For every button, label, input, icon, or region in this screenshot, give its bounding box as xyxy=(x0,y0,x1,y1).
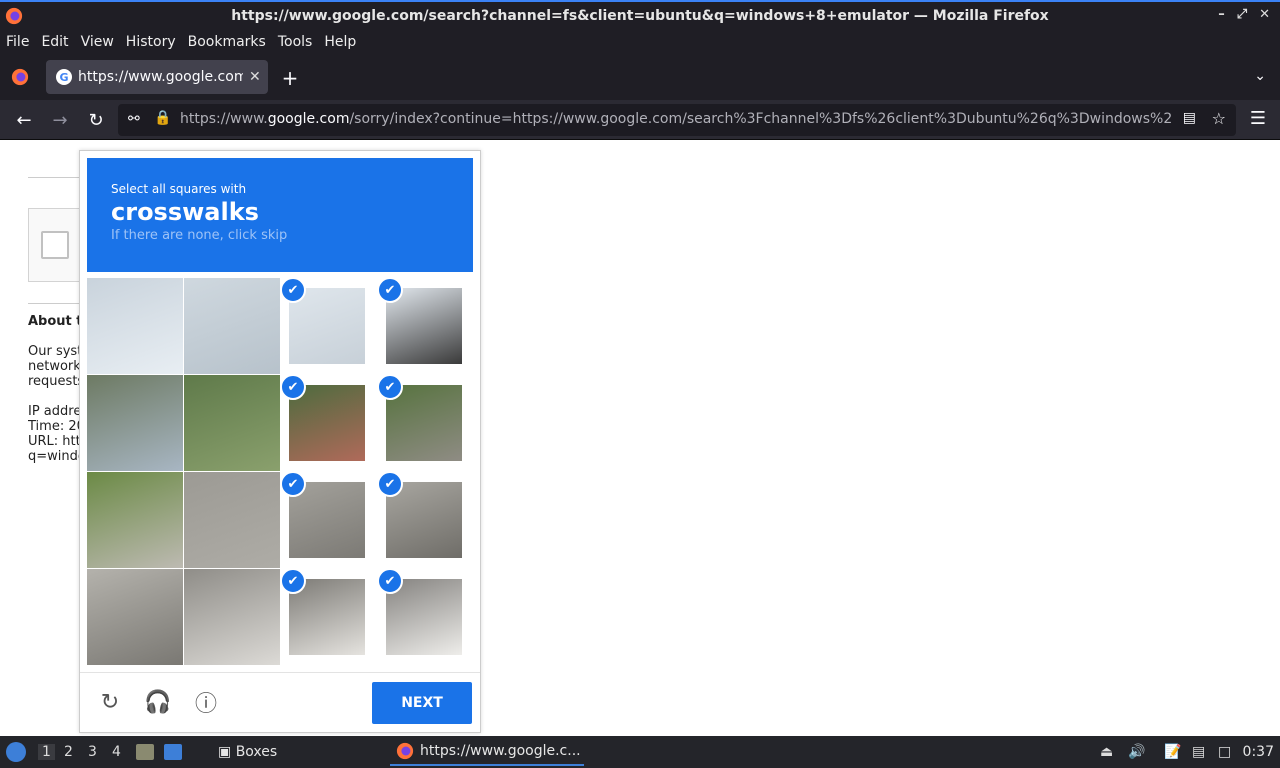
workspace-1[interactable]: 1 xyxy=(38,744,55,760)
menu-help[interactable]: Help xyxy=(324,34,356,50)
captcha-image-grid: ✔ ✔ ✔ ✔ ✔ ✔ ✔ ✔ xyxy=(87,278,475,666)
tab-strip: G https://www.google.com/sorry/index?con… xyxy=(0,54,1280,100)
maximize-icon[interactable]: ⤢ xyxy=(1237,7,1247,22)
menu-view[interactable]: View xyxy=(81,34,114,50)
street-image xyxy=(184,375,280,471)
menu-bookmarks[interactable]: Bookmarks xyxy=(188,34,266,50)
street-image xyxy=(184,472,280,568)
captcha-tile[interactable]: ✔ xyxy=(378,375,474,471)
reader-view-icon[interactable]: ▤ xyxy=(1183,110,1196,126)
lock-icon[interactable]: 🔒 xyxy=(154,110,171,126)
menu-tools[interactable]: Tools xyxy=(278,34,313,50)
divider xyxy=(28,303,80,304)
info-text-line: q=windo xyxy=(28,449,80,464)
firefox-task[interactable]: https://www.google.c... xyxy=(390,738,584,766)
browser-tab[interactable]: G https://www.google.com/sorry/index?con… xyxy=(46,60,268,94)
street-image xyxy=(87,472,183,568)
captcha-challenge: Select all squares with crosswalks If th… xyxy=(79,150,481,733)
back-icon[interactable]: ← xyxy=(12,108,36,132)
network-icon[interactable]: ▤ xyxy=(1192,744,1205,760)
bookmark-star-icon[interactable]: ☆ xyxy=(1212,109,1226,128)
notes-icon[interactable]: 📝 xyxy=(1164,744,1181,760)
about-text-line: requests xyxy=(28,374,80,389)
captcha-tile[interactable]: ✔ xyxy=(281,278,377,374)
reload-icon[interactable]: ↻ xyxy=(84,108,108,132)
next-button[interactable]: NEXT xyxy=(372,682,472,724)
captcha-tile[interactable]: ✔ xyxy=(378,472,474,568)
audio-challenge-icon[interactable]: 🎧 xyxy=(143,687,173,717)
firefox-view-icon[interactable] xyxy=(11,68,29,86)
desktop-icon[interactable] xyxy=(164,744,182,760)
file-manager-icon[interactable] xyxy=(136,744,154,760)
window-titlebar: https://www.google.com/search?channel=fs… xyxy=(0,0,1280,30)
boxes-label: Boxes xyxy=(235,744,278,760)
boxes-task[interactable]: ▣ Boxes xyxy=(218,744,277,760)
captcha-tile[interactable] xyxy=(87,472,183,568)
captcha-tile[interactable] xyxy=(184,472,280,568)
menu-file[interactable]: File xyxy=(6,34,29,50)
captcha-tile[interactable] xyxy=(87,569,183,665)
captcha-tile[interactable]: ✔ xyxy=(281,569,377,665)
eject-icon[interactable]: ⏏ xyxy=(1100,744,1113,760)
info-text-line: IP addres xyxy=(28,404,80,419)
nav-toolbar: ← → ↻ ⚯ 🔒 https://www.google.com/sorry/i… xyxy=(0,100,1280,140)
captcha-tile[interactable] xyxy=(87,375,183,471)
task-title: https://www.google.c... xyxy=(420,743,581,759)
boxes-icon: ▣ xyxy=(218,744,232,760)
captcha-tile[interactable] xyxy=(184,375,280,471)
captcha-instruction: Select all squares with xyxy=(111,182,247,196)
captcha-tile[interactable]: ✔ xyxy=(281,472,377,568)
street-image xyxy=(184,569,280,665)
new-tab-icon[interactable]: + xyxy=(280,66,300,90)
menu-history[interactable]: History xyxy=(126,34,176,50)
about-text-line: network. xyxy=(28,359,80,374)
captcha-tile[interactable]: ✔ xyxy=(378,278,474,374)
workspace-2[interactable]: 2 xyxy=(64,744,73,760)
tab-close-icon[interactable]: ✕ xyxy=(249,69,261,85)
url-bar[interactable]: ⚯ 🔒 https://www.google.com/sorry/index?c… xyxy=(118,104,1236,136)
street-image xyxy=(184,278,280,374)
captcha-tile[interactable] xyxy=(184,278,280,374)
workspace-3[interactable]: 3 xyxy=(88,744,97,760)
minimize-icon[interactable]: – xyxy=(1218,7,1225,22)
chevron-down-icon[interactable]: ⌄ xyxy=(1254,68,1266,84)
captcha-tile[interactable] xyxy=(184,569,280,665)
captcha-footer: ↻ 🎧 ⓘ NEXT xyxy=(80,672,480,732)
window-title: https://www.google.com/search?channel=fs… xyxy=(231,8,1049,24)
street-image xyxy=(87,278,183,374)
about-text-line: Our syste xyxy=(28,344,80,359)
street-image xyxy=(87,375,183,471)
captcha-tile[interactable]: ✔ xyxy=(378,569,474,665)
shield-icon[interactable]: ⚯ xyxy=(128,111,140,127)
tab-title: https://www.google.com/sorry/index?conti… xyxy=(78,69,243,85)
menu-bar: File Edit View History Bookmarks Tools H… xyxy=(0,30,1280,54)
info-text-line: Time: 20 xyxy=(28,419,80,434)
url-text[interactable]: https://www.google.com/sorry/index?conti… xyxy=(180,111,1174,127)
firefox-logo-icon xyxy=(5,7,23,25)
firefox-task-icon xyxy=(396,742,414,760)
clock: 0:37 xyxy=(1242,744,1274,760)
notification-icon[interactable]: □ xyxy=(1218,744,1231,760)
info-icon[interactable]: ⓘ xyxy=(191,687,221,717)
menu-edit[interactable]: Edit xyxy=(41,34,68,50)
street-image xyxy=(87,569,183,665)
reload-challenge-icon[interactable]: ↻ xyxy=(95,687,125,717)
workspace-4[interactable]: 4 xyxy=(112,744,121,760)
close-icon[interactable]: ✕ xyxy=(1259,7,1270,22)
captcha-tile[interactable]: ✔ xyxy=(281,375,377,471)
captcha-hint: If there are none, click skip xyxy=(111,228,288,243)
captcha-header: Select all squares with crosswalks If th… xyxy=(87,158,473,272)
start-menu-icon[interactable] xyxy=(6,742,26,762)
hamburger-menu-icon[interactable]: ☰ xyxy=(1250,108,1266,129)
google-favicon-icon: G xyxy=(56,69,72,85)
recaptcha-checkbox[interactable] xyxy=(41,231,69,259)
about-heading: About th xyxy=(28,314,80,329)
taskbar: 1 2 3 4 ▣ Boxes https://www.google.c... … xyxy=(0,736,1280,768)
divider xyxy=(28,177,80,178)
captcha-keyword: crosswalks xyxy=(111,198,259,226)
captcha-tile[interactable] xyxy=(87,278,183,374)
forward-icon[interactable]: → xyxy=(48,108,72,132)
volume-icon[interactable]: 🔊 xyxy=(1128,744,1145,760)
info-text-line: URL: http xyxy=(28,434,80,449)
